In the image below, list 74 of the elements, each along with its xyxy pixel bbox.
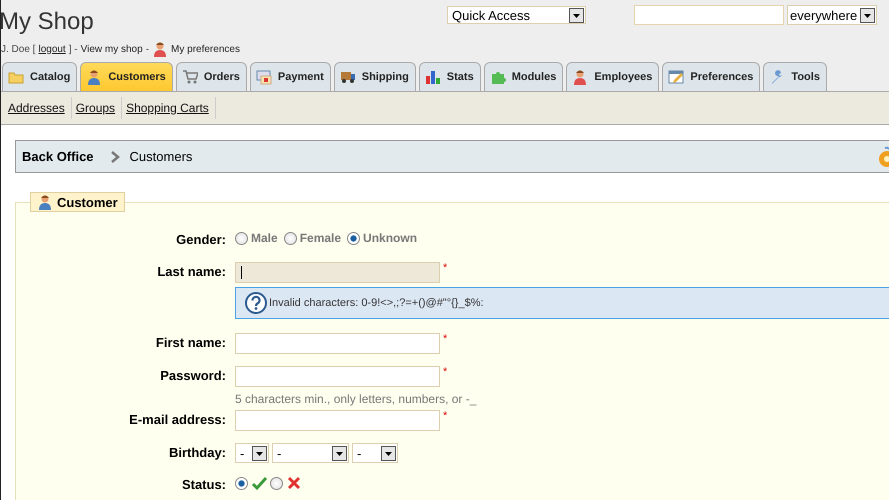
separator-text: ] - bbox=[68, 44, 78, 54]
preferences-link[interactable]: My preferences bbox=[171, 44, 240, 54]
field-label: Gender: bbox=[175, 231, 226, 249]
tooltip-text: Invalid characters: 0-9!<>,;?=+()@#"°{}_$%: bbox=[269, 297, 484, 309]
caret-icon bbox=[860, 8, 875, 22]
menu-tab[interactable]: Stats bbox=[418, 62, 481, 91]
radio-label: Male bbox=[251, 231, 278, 245]
radio-label: Female bbox=[300, 231, 342, 245]
menu-tab[interactable]: Employees bbox=[566, 62, 660, 91]
caret-icon bbox=[381, 446, 396, 460]
date-dropdown[interactable]: - bbox=[352, 443, 398, 463]
radio-button[interactable] bbox=[270, 476, 283, 490]
menu-tab[interactable]: Modules bbox=[484, 62, 564, 91]
field-label: Password: bbox=[159, 367, 226, 385]
search-field[interactable] bbox=[634, 5, 784, 25]
menu-tab[interactable]: Catalog bbox=[2, 62, 78, 91]
cart-icon bbox=[182, 69, 198, 85]
breadcrumb-item[interactable]: Back Office bbox=[22, 149, 94, 164]
caret-icon bbox=[252, 446, 267, 460]
search-scope-dropdown[interactable]: everywhere bbox=[787, 5, 877, 25]
menu-tab[interactable]: Payment bbox=[250, 62, 331, 91]
field-label: Status: bbox=[180, 476, 226, 494]
puzzle-icon bbox=[490, 69, 506, 85]
cross-icon bbox=[286, 475, 302, 491]
logout-link[interactable]: logout bbox=[38, 44, 66, 54]
date-dropdown[interactable]: - bbox=[235, 443, 269, 463]
user-name: J. Doe [ bbox=[1, 44, 36, 54]
person-icon bbox=[37, 194, 53, 210]
field-label: E-mail address: bbox=[128, 411, 226, 429]
menu-tab[interactable]: Tools bbox=[763, 62, 827, 91]
required-mark: * bbox=[443, 333, 448, 345]
text-field[interactable] bbox=[235, 333, 440, 354]
submenu-link[interactable]: Shopping Carts bbox=[122, 97, 216, 119]
radio-button[interactable] bbox=[235, 476, 248, 490]
menu-tab[interactable]: Customers bbox=[80, 62, 173, 91]
breadcrumb-item: Customers bbox=[130, 149, 192, 164]
shop-title: My Shop bbox=[0, 8, 95, 36]
field-label: Last name: bbox=[156, 263, 226, 281]
required-mark: * bbox=[443, 262, 448, 274]
card-icon bbox=[256, 69, 272, 85]
required-mark: * bbox=[443, 410, 448, 422]
chevron-icon bbox=[110, 150, 120, 162]
radio-label: Unknown bbox=[363, 231, 418, 245]
quick-access-dropdown[interactable]: Quick Access bbox=[447, 6, 586, 24]
pencil-window-icon bbox=[668, 69, 684, 85]
field-label: Birthday: bbox=[168, 444, 226, 462]
person-icon bbox=[572, 69, 588, 85]
date-dropdown[interactable]: - bbox=[272, 443, 349, 463]
separator-text: - bbox=[146, 44, 150, 54]
text-cursor bbox=[241, 266, 242, 279]
text-field[interactable] bbox=[235, 366, 440, 387]
menu-tab[interactable]: Orders bbox=[176, 62, 247, 91]
radio-button[interactable] bbox=[284, 232, 297, 244]
legend-title: Customer bbox=[57, 194, 118, 210]
radio-button[interactable] bbox=[235, 232, 248, 244]
person-icon bbox=[152, 41, 168, 57]
person-icon bbox=[86, 69, 102, 85]
help-icon bbox=[245, 292, 267, 314]
menu-tab[interactable]: Shipping bbox=[334, 62, 416, 91]
submenu-link[interactable]: Groups bbox=[72, 97, 122, 119]
required-mark: * bbox=[443, 366, 448, 378]
radio-button[interactable] bbox=[347, 232, 360, 244]
check-icon bbox=[251, 475, 267, 491]
truck-icon bbox=[340, 69, 356, 85]
text-field[interactable] bbox=[235, 262, 440, 283]
text-field[interactable] bbox=[235, 410, 440, 431]
hint-text: 5 characters min., only letters, numbers, or -_ bbox=[235, 392, 476, 406]
caret-icon bbox=[332, 446, 347, 460]
menu-tab[interactable]: Preferences bbox=[662, 62, 760, 91]
field-label: First name: bbox=[154, 334, 226, 352]
bar-chart-icon bbox=[424, 69, 441, 85]
caret-icon bbox=[569, 8, 584, 22]
view-shop-link[interactable]: View my shop bbox=[80, 44, 143, 54]
submenu-link[interactable]: Addresses bbox=[4, 97, 72, 119]
